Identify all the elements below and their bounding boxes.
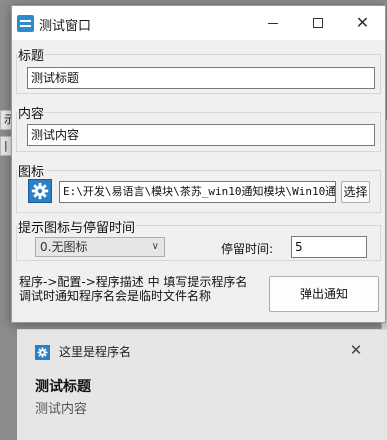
toast-notification[interactable]: 这里是程序名 ✕ 测试标题 测试内容 xyxy=(17,329,387,440)
minimize-button[interactable] xyxy=(250,6,295,40)
stay-time-input[interactable]: 5 xyxy=(291,236,367,258)
maximize-icon xyxy=(312,18,323,28)
title-input[interactable]: 测试标题 xyxy=(27,67,375,89)
maximize-button[interactable] xyxy=(295,6,340,40)
app-icon xyxy=(17,15,34,32)
title-bar[interactable]: 测试窗口 ✕ xyxy=(12,6,385,40)
browse-button[interactable]: 选择 xyxy=(341,181,370,203)
chevron-down-icon: ∨ xyxy=(151,241,159,252)
toast-app-name: 这里是程序名 xyxy=(59,345,132,359)
stay-time-label: 停留时间: xyxy=(221,242,274,256)
gear-icon xyxy=(35,345,50,360)
icon-path-input[interactable]: E:\开发\易语言\模块\茶苏_win10通知模块\Win10通 xyxy=(59,181,336,203)
toast-title: 测试标题 xyxy=(35,379,91,395)
popup-notification-button[interactable]: 弹出通知 xyxy=(269,276,379,312)
close-button[interactable]: ✕ xyxy=(340,6,385,40)
icon-select-value: 0.无图标 xyxy=(40,240,88,254)
toast-body: 测试内容 xyxy=(35,402,88,417)
icon-select[interactable]: 0.无图标 ∨ xyxy=(35,237,165,257)
content-group-label: 内容 xyxy=(17,103,46,122)
prompt-group-label: 提示图标与停留时间 xyxy=(17,217,137,236)
window-title: 测试窗口 xyxy=(39,19,92,34)
content-input[interactable]: 测试内容 xyxy=(27,124,375,146)
window-client-area: 标题 测试标题 内容 测试内容 图标 E:\开发\易语言\模块\茶苏_win10… xyxy=(12,40,385,324)
minimize-icon xyxy=(267,22,278,24)
hint-line-2: 调试时通知程序名会是临时文件名称 xyxy=(19,289,212,303)
gear-icon[interactable] xyxy=(28,179,52,203)
title-group-label: 标题 xyxy=(17,45,46,64)
icon-group-label: 图标 xyxy=(17,161,46,180)
main-window: 测试窗口 ✕ 标题 测试标题 内容 测试内容 图标 E:\开发\易语言\模块\茶… xyxy=(11,5,386,323)
toast-close-button[interactable]: ✕ xyxy=(346,340,366,360)
